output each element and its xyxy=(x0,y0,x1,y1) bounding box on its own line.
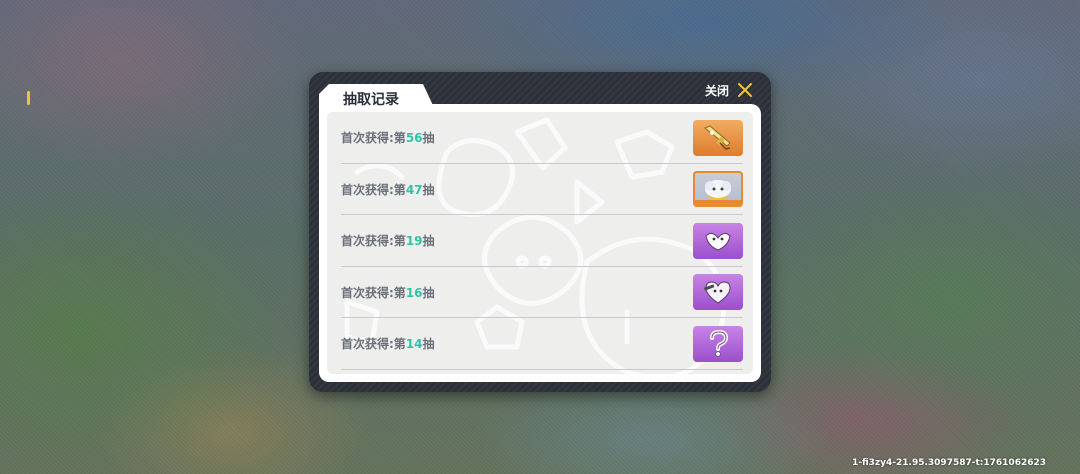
record-row: 首次获得:第19抽 xyxy=(327,215,753,267)
item-slot-purple[interactable] xyxy=(693,325,743,362)
title-accent-bar xyxy=(27,91,30,105)
record-label: 首次获得:第56抽 xyxy=(341,131,435,146)
item-slot-orange[interactable] xyxy=(693,119,743,156)
dialog-title: 抽取记录 xyxy=(343,92,399,108)
record-row: 首次获得:第16抽 xyxy=(327,267,753,319)
record-label: 首次获得:第47抽 xyxy=(341,182,435,197)
draw-number: 56 xyxy=(405,131,423,146)
record-label: 首次获得:第19抽 xyxy=(341,234,435,249)
close-button[interactable]: 关闭 xyxy=(705,80,753,100)
build-info-text: 1-fi3zy4-21.95.3097587-t:1761062623 xyxy=(851,458,1046,468)
record-label: 首次获得:第14抽 xyxy=(341,337,435,352)
item-slot-purple[interactable] xyxy=(693,274,743,311)
question-mark-icon xyxy=(710,329,729,357)
draw-record-dialog: 关闭 首次获得:第56抽 首次获得:第47抽 首次获得:第19抽 首次获得:第1… xyxy=(309,72,771,392)
golden-rifle-icon xyxy=(704,125,731,150)
draw-number: 16 xyxy=(405,285,423,300)
close-label: 关闭 xyxy=(704,83,729,98)
cloud-character-icon xyxy=(705,180,731,201)
item-slot-purple[interactable] xyxy=(693,222,743,259)
record-label: 首次获得:第16抽 xyxy=(341,285,435,300)
item-slot-orange[interactable] xyxy=(693,171,743,208)
record-row: 首次获得:第14抽 xyxy=(327,318,753,370)
heart-character-icon xyxy=(703,281,731,304)
close-icon xyxy=(738,83,752,97)
wings-emote-icon xyxy=(705,232,731,251)
dialog-content: 首次获得:第56抽 首次获得:第47抽 首次获得:第19抽 首次获得:第16抽 … xyxy=(319,104,761,382)
record-row: 首次获得:第56抽 xyxy=(327,112,753,164)
draw-number: 14 xyxy=(405,337,423,352)
record-list-area[interactable]: 首次获得:第56抽 首次获得:第47抽 首次获得:第19抽 首次获得:第16抽 … xyxy=(327,112,753,374)
draw-number: 19 xyxy=(405,234,423,249)
record-list: 首次获得:第56抽 首次获得:第47抽 首次获得:第19抽 首次获得:第16抽 … xyxy=(327,112,753,370)
draw-number: 47 xyxy=(405,182,423,197)
record-row: 首次获得:第47抽 xyxy=(327,164,753,216)
